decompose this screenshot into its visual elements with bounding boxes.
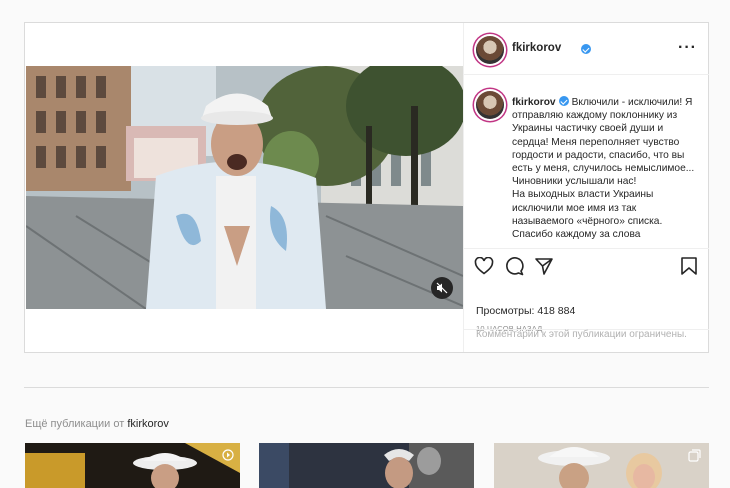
post-sidebar: fkirkorov ··· fkirkorov Включили - исключ… [463,23,709,353]
carousel-icon [688,449,701,462]
comments-notice: Комментарии к этой публикации ограничены… [476,329,687,340]
comment-icon[interactable] [504,256,524,276]
comments-restricted: Комментарии к этой публикации ограничены… [464,329,709,353]
avatar[interactable] [476,36,504,64]
thumb-image [494,443,709,488]
more-icon[interactable]: ··· [678,39,697,57]
caption-verified-icon [558,96,569,106]
save-icon[interactable] [680,256,698,276]
header-username[interactable]: fkirkorov [512,42,561,54]
caption-username[interactable]: fkirkorov [512,97,556,108]
post-header: fkirkorov ··· [464,23,709,75]
views-count[interactable]: Просмотры: 418 884 [476,305,575,317]
post-media [25,23,463,352]
video-reel-icon [222,449,234,461]
more-posts-username[interactable]: fkirkorov [127,418,169,430]
caption-text: Включили - исключили! Я отправляю каждом… [512,97,695,241]
video-player[interactable] [26,66,463,309]
more-post-thumb[interactable] [25,443,240,488]
verified-icon [581,44,591,54]
thumb-image [259,443,474,488]
video-frame [26,66,463,309]
more-post-thumb[interactable] [494,443,709,488]
caption-area: fkirkorov Включили - исключили! Я отправл… [464,75,709,248]
caption: fkirkorov Включили - исключили! Я отправл… [512,95,698,241]
caption-avatar[interactable] [476,91,504,119]
thumb-image [25,443,240,488]
more-posts-heading: Ещё публикации от fkirkorov [25,418,169,430]
section-divider [24,387,709,388]
share-icon[interactable] [534,256,554,276]
like-icon[interactable] [474,257,494,275]
more-post-thumb[interactable] [259,443,474,488]
mute-icon[interactable] [431,277,453,299]
post-card: fkirkorov ··· fkirkorov Включили - исключ… [24,22,709,353]
more-posts-prefix: Ещё публикации от [25,418,125,430]
